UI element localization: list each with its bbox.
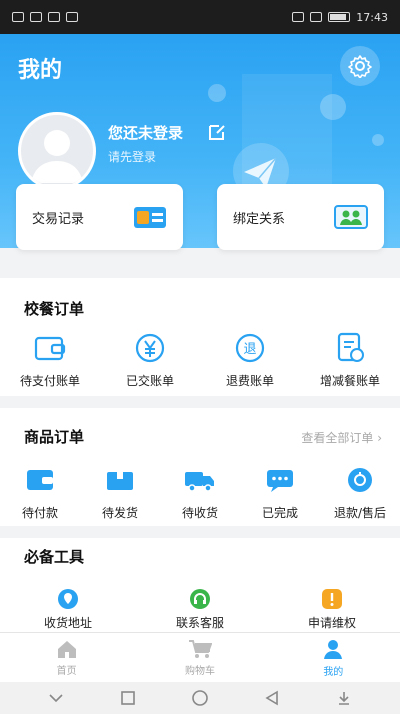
- grid-item-label: 联系客服: [175, 616, 224, 630]
- back-button[interactable]: [261, 687, 283, 709]
- grid-item-label: 待付款: [21, 506, 58, 520]
- chat-icon: [267, 470, 293, 492]
- svg-text:退: 退: [243, 342, 256, 357]
- grid-item-label: 收货地址: [43, 616, 92, 630]
- decor-bubble: [372, 134, 384, 146]
- tools-section: 必备工具 收货地址 联系客服 申请维权: [0, 538, 400, 632]
- completed-order[interactable]: 已完成: [240, 464, 320, 521]
- section-title: 商品订单: [24, 428, 85, 446]
- pending-payment-bill[interactable]: 待支付账单: [10, 332, 90, 389]
- wallet-icon: [34, 336, 66, 361]
- page-title: 我的: [18, 58, 63, 83]
- alarm-icon: [292, 12, 305, 22]
- contact-support-tool[interactable]: 联系客服: [160, 588, 240, 631]
- edit-icon[interactable]: [206, 121, 228, 143]
- triangle-back-icon: [265, 690, 278, 706]
- bluetooth-icon: [310, 12, 323, 22]
- collapse-nav-button[interactable]: [45, 687, 67, 709]
- download-icon: [339, 692, 349, 705]
- grid-item-label: 已交账单: [125, 374, 174, 388]
- grid-item-label: 申请维权: [307, 616, 356, 630]
- grid-item-label: 已完成: [261, 506, 298, 520]
- grid-item-label: 待支付账单: [19, 374, 80, 388]
- refund-icon: 退: [235, 333, 265, 363]
- refund-aftersale-order[interactable]: 退款/售后: [320, 464, 400, 521]
- section-title: 必备工具: [24, 548, 85, 566]
- tab-mine[interactable]: 我的: [267, 633, 400, 682]
- pending-shipment-order[interactable]: 待发货: [80, 464, 160, 521]
- quick-card-label: 交易记录: [32, 211, 85, 227]
- shipping-address-tool[interactable]: 收货地址: [28, 588, 108, 631]
- section-title: 校餐订单: [24, 300, 85, 318]
- paid-bill[interactable]: 已交账单: [110, 332, 190, 389]
- tab-label: 我的: [323, 666, 344, 678]
- family-icon: [334, 205, 368, 229]
- signal-icon: [12, 12, 24, 22]
- home-nav-button[interactable]: [189, 687, 211, 709]
- grid-item-label: 待收货: [181, 506, 218, 520]
- tab-home[interactable]: 首页: [0, 633, 133, 682]
- truck-icon: [185, 472, 214, 492]
- headset-icon: [190, 589, 210, 609]
- grid-item-label: 退款/售后: [333, 506, 387, 520]
- battery-icon: [328, 12, 351, 22]
- settings-button[interactable]: [340, 46, 380, 86]
- user-icon: [324, 639, 343, 659]
- alert-shield-icon: [322, 589, 342, 609]
- notification-icon: [48, 12, 60, 22]
- yen-icon: [135, 333, 165, 363]
- chevron-down-icon: [49, 694, 63, 703]
- decor-bubble: [208, 84, 226, 102]
- login-prompt[interactable]: 您还未登录: [108, 122, 183, 143]
- box-icon: [107, 472, 133, 490]
- notification-icon: [30, 12, 42, 22]
- wallet-icon: [27, 470, 53, 490]
- cart-icon: [188, 639, 212, 658]
- tab-label: 购物车: [184, 665, 215, 677]
- default-avatar-icon: [31, 130, 83, 183]
- rights-protection-tool[interactable]: 申请维权: [292, 588, 372, 631]
- grid-item-label: 待发货: [101, 506, 138, 520]
- refund-circle-icon: [348, 468, 372, 492]
- transaction-record-card[interactable]: 交易记录: [16, 184, 183, 250]
- tab-label: 首页: [56, 665, 77, 677]
- status-bar: 17:43: [0, 0, 400, 34]
- gear-icon: [348, 55, 372, 78]
- system-nav-bar: [0, 682, 400, 714]
- bind-relation-card[interactable]: 绑定关系: [217, 184, 384, 250]
- login-subtext[interactable]: 请先登录: [108, 148, 156, 165]
- grid-item-label: 退费账单: [225, 374, 274, 388]
- download-nav-button[interactable]: [333, 687, 355, 709]
- circle-icon: [192, 690, 208, 706]
- goods-orders-section: 商品订单 查看全部订单 › 待付款 待发货 待收货 已完成 退款/售后: [0, 408, 400, 526]
- home-icon: [57, 640, 76, 658]
- refund-bill[interactable]: 退 退费账单: [210, 332, 290, 389]
- pending-receipt-order[interactable]: 待收货: [160, 464, 240, 521]
- grid-item-label: 增减餐账单: [319, 374, 380, 388]
- status-time: 17:43: [356, 10, 388, 24]
- square-icon: [121, 691, 135, 705]
- recents-button[interactable]: [117, 687, 139, 709]
- view-all-orders-link[interactable]: 查看全部订单 ›: [301, 429, 382, 446]
- tab-cart[interactable]: 购物车: [133, 633, 266, 682]
- location-icon: [58, 589, 78, 609]
- meal-adjust-bill[interactable]: 增减餐账单: [310, 332, 390, 389]
- notification-icon: [66, 12, 78, 22]
- bottom-tab-bar: 首页 购物车 我的: [0, 632, 400, 682]
- quick-card-label: 绑定关系: [233, 211, 286, 227]
- school-meal-orders-section: 校餐订单 待支付账单 已交账单 退 退费账单 增减餐账单: [0, 278, 400, 396]
- pending-payment-order[interactable]: 待付款: [0, 464, 80, 521]
- bill-icon: [337, 332, 364, 362]
- wallet-card-icon: [134, 207, 166, 228]
- avatar[interactable]: [18, 112, 96, 190]
